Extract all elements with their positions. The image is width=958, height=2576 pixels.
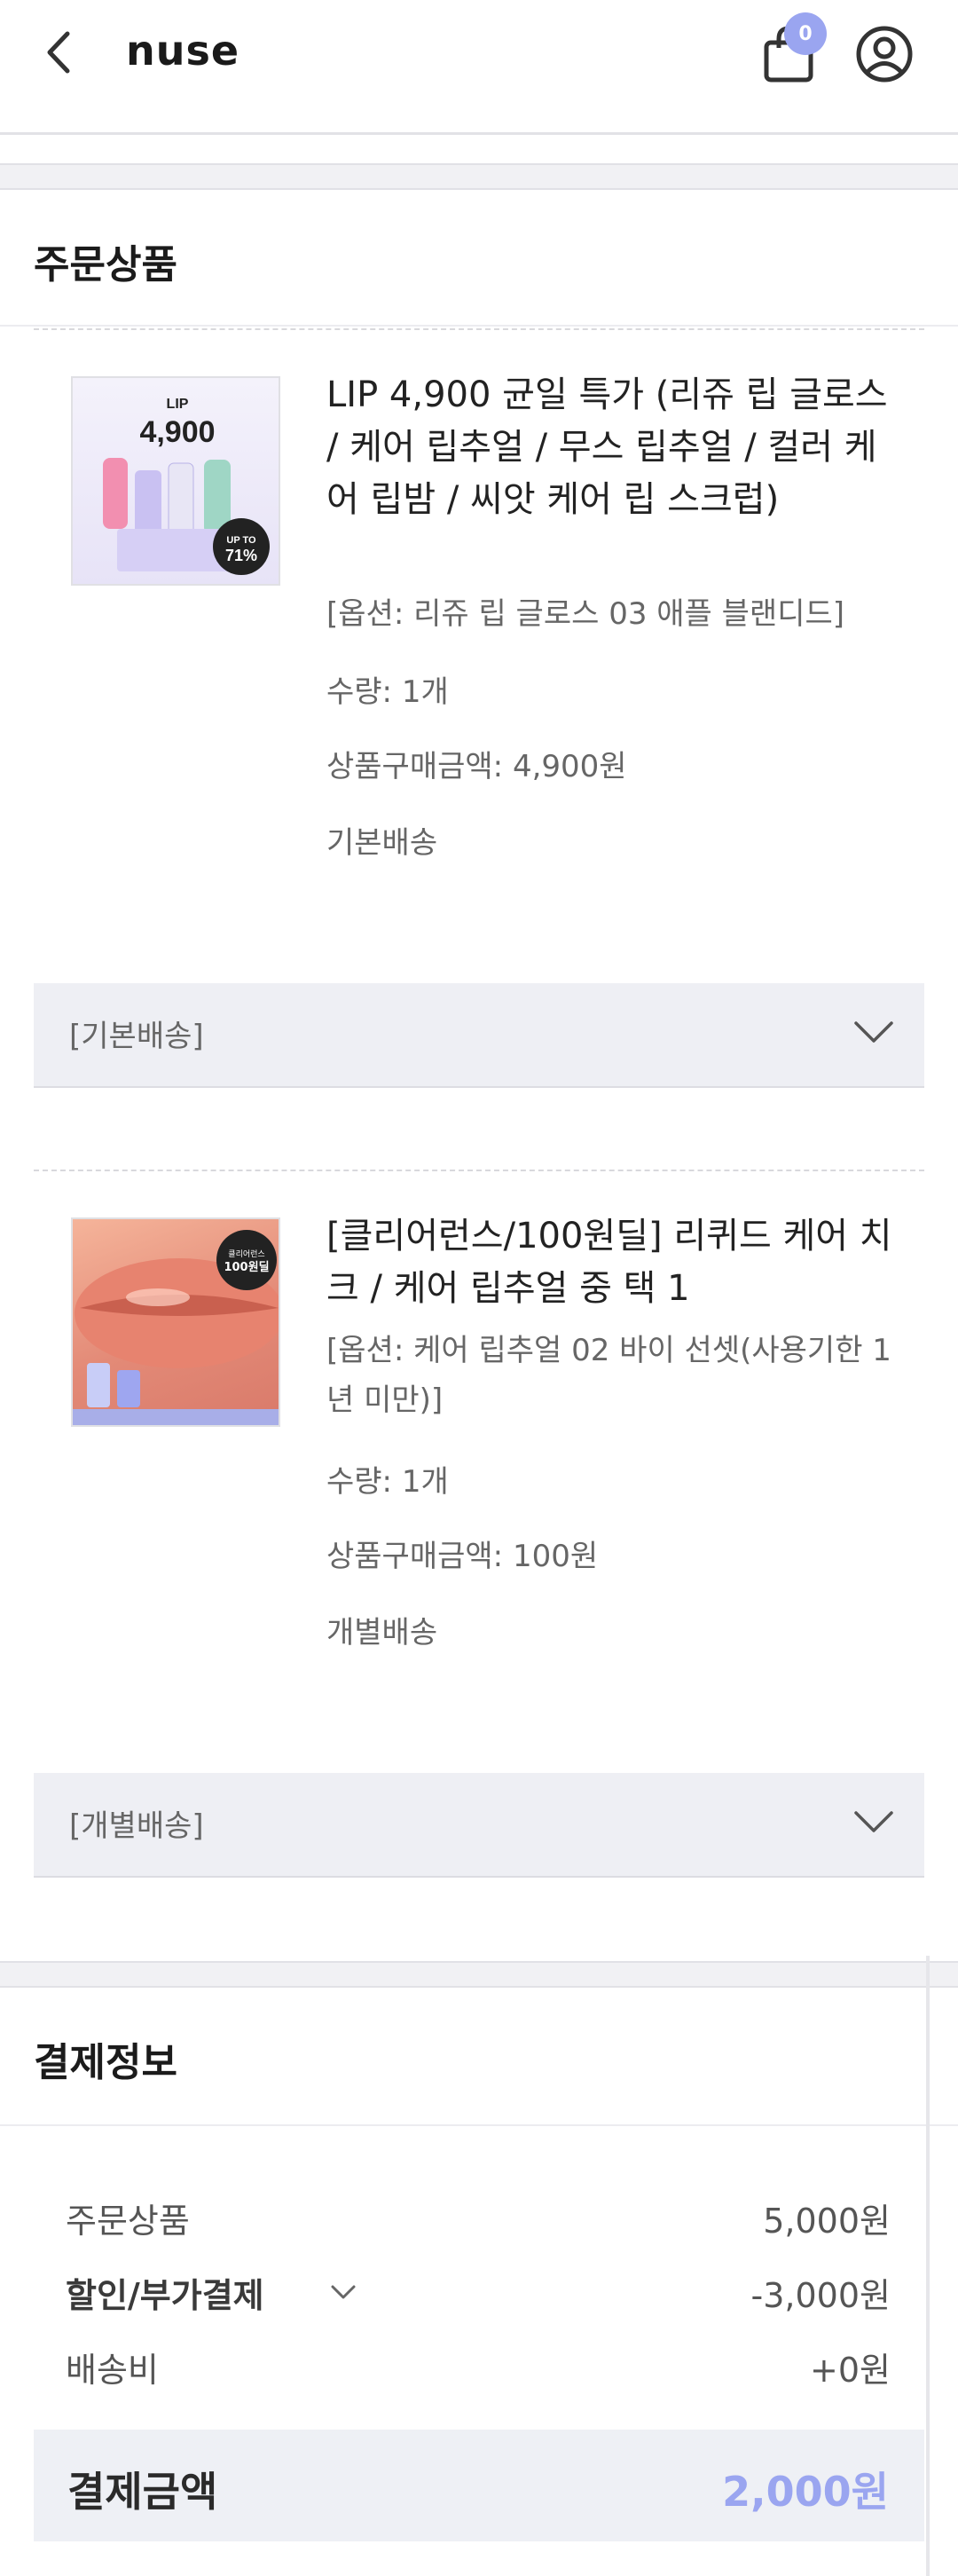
- product-quantity: 수량: 1개: [326, 1464, 449, 1500]
- divider: [0, 2124, 958, 2126]
- brand-logo[interactable]: nuse: [126, 27, 240, 75]
- chevron-down-icon[interactable]: [330, 2282, 357, 2302]
- shipping-group-label: [개별배송]: [69, 1808, 204, 1844]
- product-image: 클리어런스 100원딜: [73, 1230, 279, 1425]
- payment-section-title: 결제정보: [34, 2040, 177, 2085]
- product-shipping-type: 기본배송: [326, 825, 438, 861]
- section-gap: [0, 1961, 958, 1988]
- payment-row-value: +0원: [810, 2351, 891, 2390]
- dashed-divider: [34, 328, 924, 330]
- product-option: [옵션: 리쥬 립 글로스 03 애플 블랜디드]: [326, 596, 845, 632]
- product-price: 상품구매금액: 4,900원: [326, 749, 627, 784]
- thumb-text: 100원딜: [224, 1261, 269, 1274]
- scrollbar[interactable]: [926, 1956, 930, 2576]
- product-shipping-type: 개별배송: [326, 1615, 438, 1650]
- thumb-text: 클리어런스: [228, 1249, 264, 1259]
- product-image: LIP 4,900 UP TO 71%: [103, 397, 270, 575]
- product-name[interactable]: [클리어런스/100원딜] 리퀴드 케어 치크 / 케어 립추얼 중 택 1: [326, 1210, 894, 1315]
- svg-text:71%: 71%: [225, 547, 257, 564]
- shipping-group-label: [기본배송]: [69, 1019, 204, 1054]
- payment-row-value: -3,000원: [750, 2276, 891, 2315]
- product-thumbnail[interactable]: 클리어런스 100원딜: [71, 1217, 280, 1427]
- payment-row-label: 주문상품: [66, 2202, 190, 2241]
- thumb-text: 4,900: [139, 415, 215, 449]
- divider: [0, 325, 958, 327]
- thumb-text: LIP: [167, 397, 189, 412]
- product-thumbnail[interactable]: LIP 4,900 UP TO 71%: [71, 376, 280, 586]
- shipping-group-toggle[interactable]: [기본배송]: [34, 983, 924, 1088]
- cart-count-badge: 0: [784, 12, 827, 55]
- back-icon[interactable]: [39, 27, 80, 78]
- payment-row-value: 5,000원: [763, 2202, 891, 2241]
- discount-toggle-label[interactable]: 할인/부가결제: [66, 2268, 264, 2317]
- product-quantity: 수량: 1개: [326, 674, 449, 710]
- top-header: nuse 0: [0, 0, 958, 135]
- svg-text:UP TO: UP TO: [226, 535, 256, 546]
- product-name[interactable]: LIP 4,900 균일 특가 (리쥬 립 글로스 / 케어 립추얼 / 무스 …: [326, 369, 894, 526]
- product-price: 상품구매금액: 100원: [326, 1539, 599, 1574]
- user-icon[interactable]: [855, 25, 914, 83]
- product-option: [옵션: 케어 립추얼 02 바이 선셋(사용기한 1년 미만)]: [326, 1333, 891, 1418]
- payment-total: 결제금액 2,000원: [34, 2430, 924, 2541]
- payment-total-value: 2,000원: [722, 2468, 889, 2516]
- shipping-group-toggle[interactable]: [개별배송]: [34, 1773, 924, 1878]
- payment-total-label: 결제금액: [67, 2468, 218, 2516]
- payment-row-label: 배송비: [66, 2351, 159, 2390]
- section-gap: [0, 163, 958, 190]
- chevron-down-icon[interactable]: [853, 1019, 894, 1045]
- chevron-down-icon[interactable]: [853, 1808, 894, 1835]
- dashed-divider: [34, 1170, 924, 1171]
- order-section-title: 주문상품: [34, 242, 177, 288]
